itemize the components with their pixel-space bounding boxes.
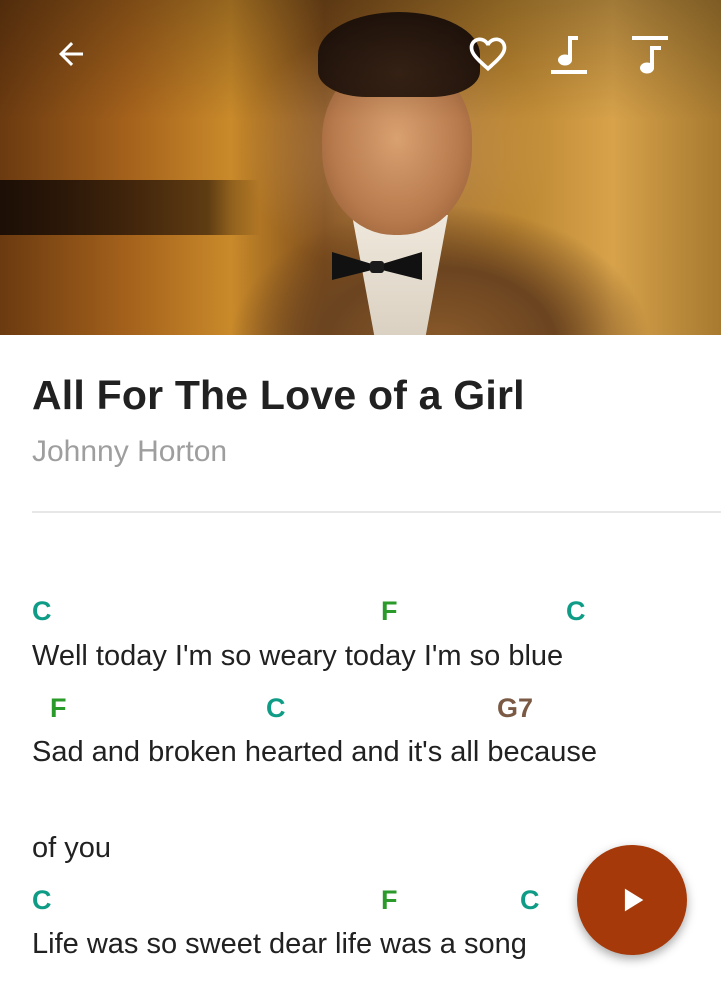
chords-toggle-button[interactable] <box>545 30 593 78</box>
title-divider <box>32 511 721 513</box>
lyric-line: Life was so sweet dear life was a song <box>32 928 527 960</box>
lyric-line: Sad and broken hearted and it's all beca… <box>32 736 597 768</box>
artist-header-image <box>0 0 721 335</box>
chord[interactable]: C <box>520 885 540 916</box>
chord[interactable]: G7 <box>497 693 533 724</box>
chord[interactable]: F <box>381 885 398 916</box>
song-title: All For The Love of a Girl <box>32 372 525 418</box>
chord[interactable]: C <box>566 596 586 627</box>
heart-outline-icon <box>469 37 507 72</box>
background-shadow <box>0 180 260 235</box>
lyrics-toggle-button[interactable] <box>626 30 674 78</box>
chord[interactable]: C <box>32 885 52 916</box>
chord[interactable]: C <box>32 596 52 627</box>
play-button[interactable] <box>577 845 687 955</box>
favorite-button[interactable] <box>464 30 512 78</box>
back-button[interactable] <box>47 30 95 78</box>
lyric-line: of you <box>32 832 111 864</box>
music-note-underline-icon <box>551 36 587 74</box>
lyric-line: Well today I'm so weary today I'm so blu… <box>32 640 564 672</box>
arrow-back-icon <box>59 42 83 66</box>
chord[interactable]: F <box>50 693 67 724</box>
chord[interactable]: F <box>381 596 398 627</box>
header-scrim <box>0 0 721 120</box>
artist-bowtie <box>332 252 422 280</box>
artist-name: Johnny Horton <box>32 435 228 468</box>
play-icon <box>624 888 644 912</box>
chord[interactable]: C <box>266 693 286 724</box>
music-note-overline-icon <box>632 36 668 74</box>
